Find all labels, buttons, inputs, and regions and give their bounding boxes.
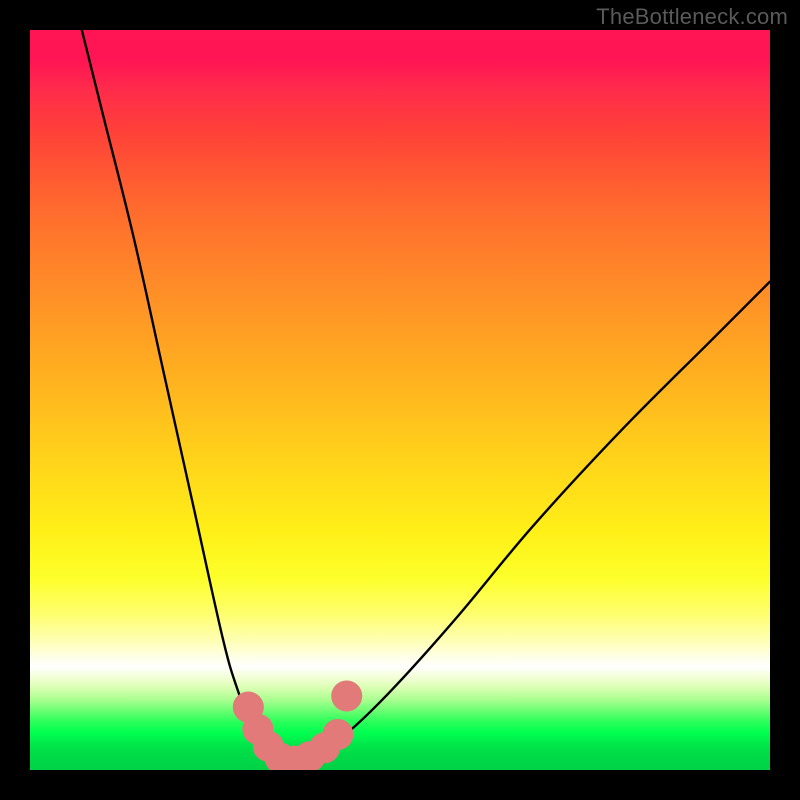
marker-dot (331, 680, 362, 711)
highlight-markers (233, 680, 362, 770)
plot-area (30, 30, 770, 770)
marker-dot (322, 719, 353, 750)
chart-frame: TheBottleneck.com (0, 0, 800, 800)
bottleneck-curve (82, 30, 770, 763)
watermark-text: TheBottleneck.com (596, 4, 788, 30)
curve-layer (30, 30, 770, 770)
